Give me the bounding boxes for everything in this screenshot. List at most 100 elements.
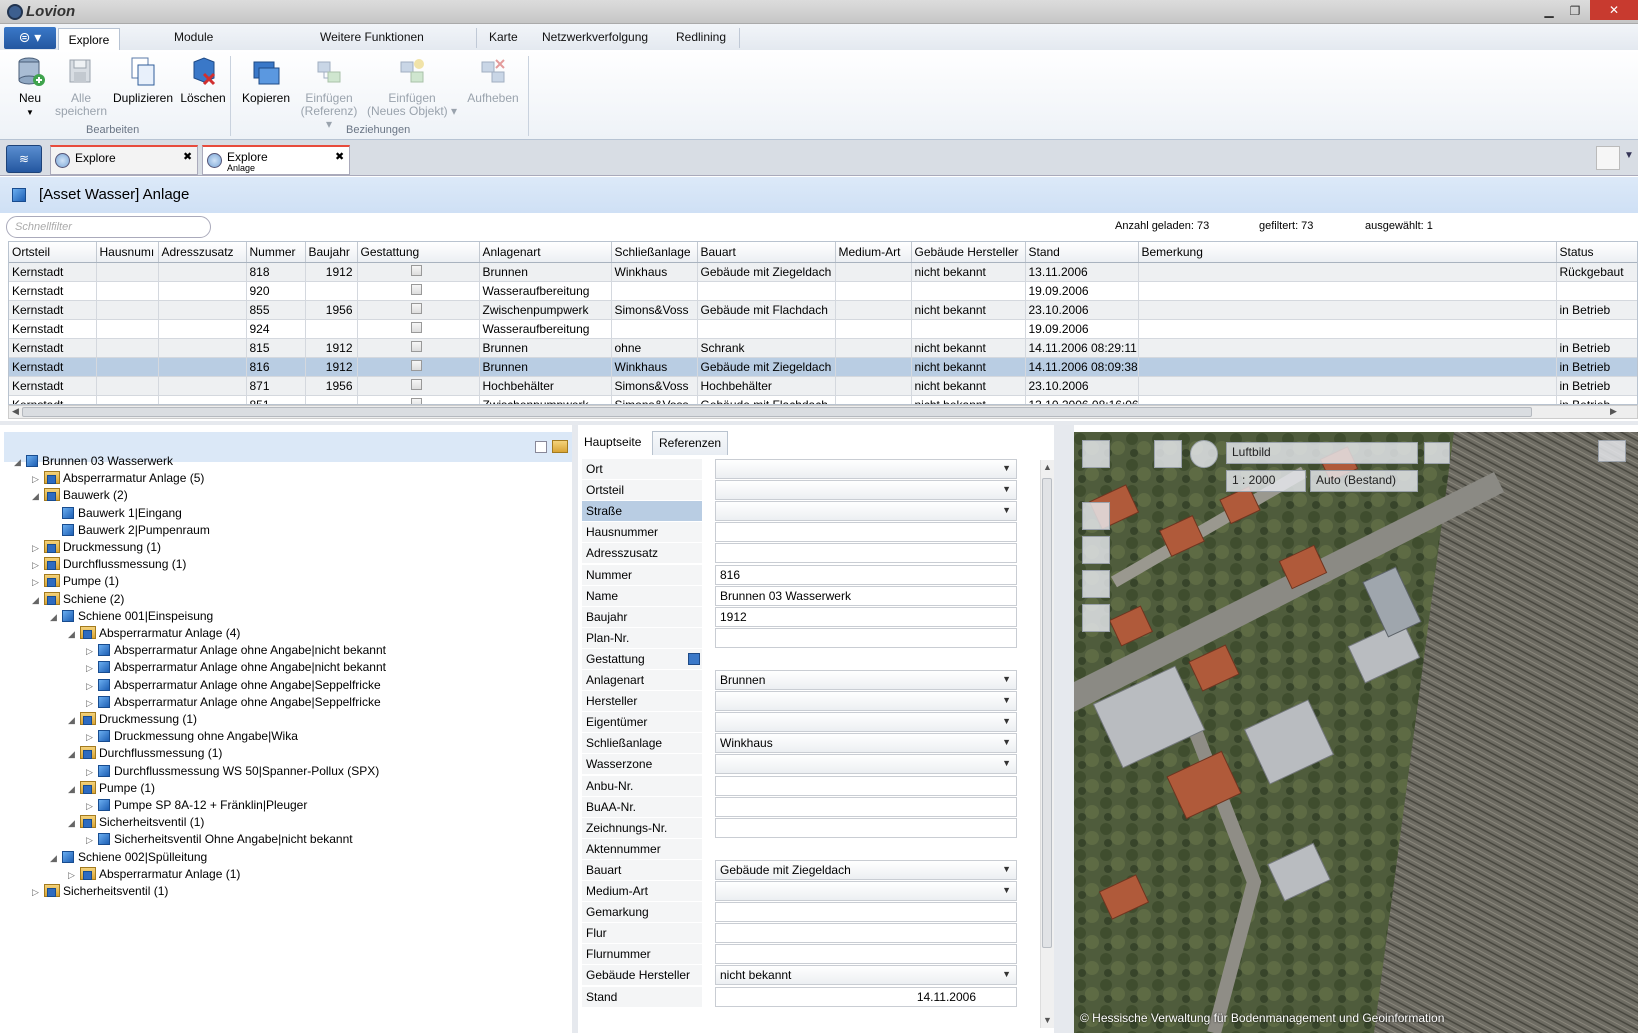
checkbox[interactable] — [410, 378, 422, 390]
tab-weitere-funktionen[interactable]: Weitere Funktionen — [320, 30, 424, 44]
field-select[interactable] — [715, 480, 1017, 501]
column-header[interactable]: Bauart — [697, 242, 836, 263]
table-row[interactable]: Kernstadt 871 1956 Hochbehälter Simons&Voss H… — [9, 376, 1637, 396]
aufheben-button[interactable]: Aufheben — [464, 56, 522, 105]
column-header[interactable]: Gebäude Hersteller — [911, 242, 1026, 263]
tree-node[interactable]: ▷ Druckmessung ohne Angabe|Wika — [86, 728, 298, 745]
field-select[interactable] — [715, 881, 1017, 901]
collapsed-arrow-icon[interactable]: ▷ — [32, 540, 44, 557]
tab-karte[interactable]: Karte — [489, 30, 518, 44]
tree-node[interactable]: ◢ Schiene 002|Spülleitung — [50, 849, 207, 866]
collapsed-arrow-icon[interactable]: ▷ — [32, 574, 44, 591]
doc-tab-explore-anlage[interactable]: Explore Anlage ✖ — [202, 145, 350, 175]
column-header[interactable]: Schließanlage — [611, 242, 698, 263]
table-row[interactable]: Kernstadt 920 Wasseraufbereitung 19.09.2006 — [9, 281, 1637, 301]
tree-node[interactable]: ▷ Druckmessung (1) — [32, 539, 161, 556]
checkbox[interactable] — [410, 321, 422, 333]
collapsed-arrow-icon[interactable]: ▷ — [68, 867, 80, 884]
tree-node[interactable]: ▷ Durchflussmessung (1) — [32, 556, 186, 573]
field-input[interactable] — [715, 522, 1017, 543]
scroll-up-icon[interactable]: ▲ — [1043, 462, 1052, 472]
column-header[interactable]: Status — [1556, 242, 1637, 263]
tree-node[interactable]: ◢ Schiene (2) — [32, 591, 124, 608]
field-input[interactable] — [715, 543, 1017, 564]
expanded-arrow-icon[interactable]: ◢ — [50, 850, 62, 867]
checkbox[interactable] — [410, 397, 422, 404]
restore-button[interactable]: ❐ — [1564, 2, 1586, 20]
einfuegen-referenz-button[interactable]: Einfügen (Referenz) ▾ — [296, 56, 362, 131]
field-input[interactable] — [715, 775, 1017, 796]
column-header[interactable]: Stand — [1025, 242, 1139, 263]
checkbox[interactable] — [410, 340, 422, 352]
collapsed-arrow-icon[interactable]: ▷ — [32, 884, 44, 901]
map-settings-icon[interactable] — [1424, 442, 1450, 464]
tree-node[interactable]: ◢ Durchflussmessung (1) — [68, 745, 222, 762]
expanded-arrow-icon[interactable]: ◢ — [68, 815, 80, 832]
tree-node[interactable]: ▷ Absperrarmatur Anlage ohne Angabe|nicht… — [86, 642, 386, 659]
minimize-button[interactable]: ▁ — [1538, 2, 1560, 20]
tab-referenzen[interactable]: Referenzen — [652, 431, 729, 455]
loeschen-button[interactable]: Löschen — [178, 56, 228, 105]
field-select[interactable] — [715, 501, 1017, 522]
column-header[interactable]: Hausnumı — [96, 242, 159, 263]
column-header[interactable]: Baujahr — [305, 242, 358, 263]
quick-filter-input[interactable]: Schnellfilter — [6, 216, 211, 238]
tree-node[interactable]: ▷ Pumpe (1) — [32, 573, 119, 590]
tree-node[interactable]: ▷ Sicherheitsventil Ohne Angabe|nicht bek… — [86, 831, 353, 848]
aerial-map[interactable]: Luftbild 1 : 2000 Auto (Bestand) — [1074, 432, 1638, 1033]
field-input[interactable]: Brunnen 03 Wasserwerk — [715, 585, 1017, 606]
tab-redlining[interactable]: Redlining — [676, 30, 726, 44]
tree-node[interactable]: ▷ Absperrarmatur Anlage ohne Angabe|nicht… — [86, 659, 386, 676]
alle-speichern-button[interactable]: Alle speichern — [54, 56, 108, 118]
field-select[interactable]: Gebäude mit Ziegeldach — [715, 859, 1017, 880]
column-header[interactable]: Nummer — [246, 242, 306, 263]
expanded-arrow-icon[interactable]: ◢ — [50, 609, 62, 626]
scroll-down-icon[interactable]: ▼ — [1043, 1015, 1052, 1025]
field-input[interactable] — [715, 923, 1017, 944]
map-zoom-in-icon[interactable] — [1082, 502, 1110, 530]
app-menu-button[interactable]: ⊜ ▾ — [4, 27, 56, 49]
map-zoom-icon[interactable] — [1190, 440, 1218, 468]
collapsed-arrow-icon[interactable]: ▷ — [86, 798, 98, 815]
table-row[interactable]: Kernstadt 851 Zwischenpumpwerk Simons&Voss G… — [9, 395, 1637, 404]
collapsed-arrow-icon[interactable]: ▷ — [86, 643, 98, 660]
map-zoom-out-icon[interactable] — [1082, 536, 1110, 564]
tree-node[interactable]: ▷ Absperrarmatur Anlage (5) — [32, 470, 204, 487]
field-input[interactable]: 14.11.2006 — [715, 986, 1017, 1007]
table-row[interactable]: Kernstadt 924 Wasseraufbereitung 19.09.2006 — [9, 319, 1637, 339]
tree-node[interactable]: ▷ Absperrarmatur Anlage ohne Angabe|Seppe… — [86, 677, 381, 694]
field-select[interactable]: Brunnen — [715, 670, 1017, 690]
tree-node[interactable]: ◢ Absperrarmatur Anlage (4) — [68, 625, 240, 642]
tree-node[interactable]: ▷ Absperrarmatur Anlage (1) — [68, 866, 240, 883]
tree-node[interactable]: ◢ Schiene 001|Einspeisung — [50, 608, 213, 625]
scrollbar-thumb[interactable] — [1042, 478, 1052, 948]
tree-node[interactable]: ◢ Bauwerk (2) — [32, 487, 128, 504]
field-select[interactable]: nicht bekannt — [715, 965, 1017, 986]
einfuegen-neues-objekt-button[interactable]: Einfügen (Neues Objekt) ▾ — [366, 56, 458, 118]
field-input[interactable] — [715, 796, 1017, 817]
tree-node[interactable]: Bauwerk 1|Eingang — [50, 505, 182, 522]
scroll-right-icon[interactable]: ▶ — [1610, 406, 1617, 417]
collapsed-arrow-icon[interactable]: ▷ — [86, 660, 98, 677]
duplizieren-button[interactable]: Duplizieren — [110, 56, 176, 105]
tree-node[interactable]: ▷ Sicherheitsventil (1) — [32, 883, 168, 900]
field-input[interactable] — [715, 944, 1017, 965]
field-input[interactable] — [715, 817, 1017, 838]
column-header[interactable]: Adresszusatz — [158, 242, 247, 263]
field-input[interactable]: 1912 — [715, 606, 1017, 627]
scroll-left-icon[interactable]: ◀ — [12, 406, 19, 417]
expanded-arrow-icon[interactable]: ◢ — [68, 712, 80, 729]
column-header[interactable]: Anlagenart — [479, 242, 612, 263]
neu-button[interactable]: Neu ▼ — [10, 56, 50, 119]
collapsed-arrow-icon[interactable]: ▷ — [32, 557, 44, 574]
map-measure-icon[interactable] — [1082, 570, 1110, 598]
layout-icon[interactable] — [1596, 146, 1620, 170]
expanded-arrow-icon[interactable]: ◢ — [32, 488, 44, 505]
doc-tab-explore-1[interactable]: Explore ✖ — [50, 145, 198, 175]
tree-node[interactable]: ▷ Pumpe SP 8A-12 + Fränklin|Pleuger — [86, 797, 307, 814]
expanded-arrow-icon[interactable]: ◢ — [68, 626, 80, 643]
field-input[interactable] — [715, 902, 1017, 923]
close-tab-icon[interactable]: ✖ — [183, 150, 192, 163]
chevron-down-icon[interactable]: ▼ — [1624, 150, 1634, 161]
kopieren-button[interactable]: Kopieren — [238, 56, 294, 105]
